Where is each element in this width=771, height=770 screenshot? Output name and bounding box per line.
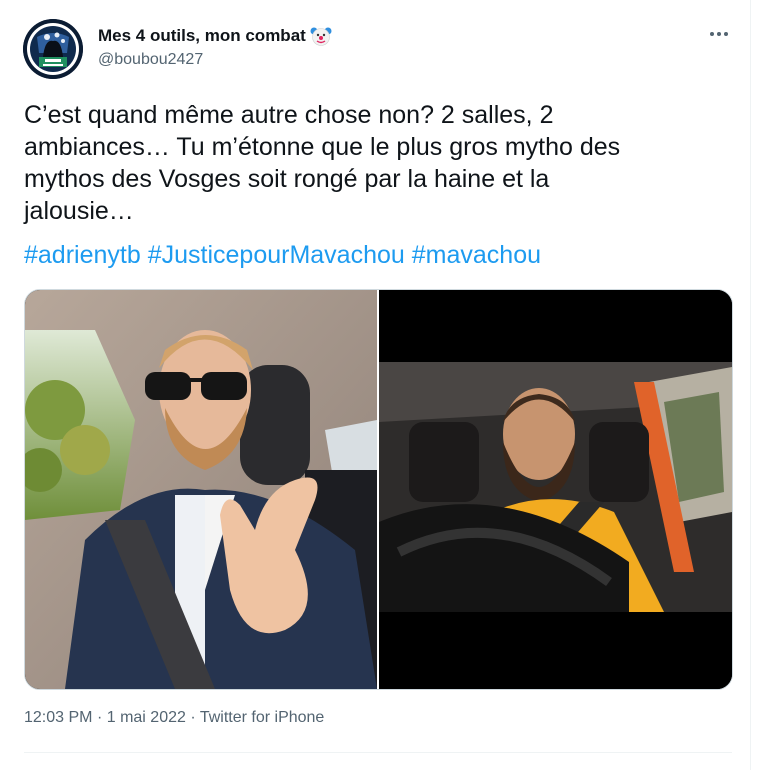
tweet-time-link[interactable]: 12:03 PM	[24, 709, 92, 726]
more-options-button[interactable]	[705, 22, 733, 46]
clown-face-icon	[310, 25, 332, 47]
hashtag-link[interactable]: #adrienytb	[24, 241, 141, 269]
hashtag-link[interactable]: #JusticepourMavachou	[148, 241, 405, 269]
display-name-row: Mes 4 outils, mon combat	[98, 24, 332, 48]
tweet-text-line: jalousie…	[24, 197, 134, 225]
tweet-meta: 12:03 PM · 1 mai 2022 · Twitter for iPho…	[24, 709, 324, 727]
tweet-text-line: C’est quand même autre chose non? 2 sall…	[24, 101, 554, 129]
photo-bearded-man-driving-icon	[379, 290, 732, 689]
user-handle[interactable]: @boubou2427	[98, 51, 332, 69]
meta-separator: ·	[96, 709, 103, 726]
more-dot-icon	[724, 32, 728, 36]
tweet-source-link[interactable]: Twitter for iPhone	[200, 709, 325, 726]
avatar-cat-des-vosges-icon	[23, 19, 83, 79]
column-border	[750, 0, 751, 770]
hashtag-row: #adrienytb #JusticepourMavachou #mavacho…	[24, 239, 541, 271]
photo-man-sunglasses-car-icon	[25, 290, 377, 689]
more-dot-icon	[717, 32, 721, 36]
tweet-text-line: ambiances… Tu m’étonne que le plus gros …	[24, 133, 621, 161]
tweet-text: C’est quand même autre chose non? 2 sall…	[24, 99, 724, 227]
avatar[interactable]	[23, 19, 83, 79]
tweet-photo-1[interactable]	[25, 290, 377, 689]
user-block: Mes 4 outils, mon combat @boubou2427	[98, 24, 332, 69]
tweet-date-link[interactable]: 1 mai 2022	[107, 709, 186, 726]
tweet-text-line: mythos des Vosges soit rongé par la hain…	[24, 165, 550, 193]
media-grid	[24, 289, 733, 690]
more-dot-icon	[710, 32, 714, 36]
display-name[interactable]: Mes 4 outils, mon combat	[98, 26, 306, 46]
hashtag-link[interactable]: #mavachou	[412, 241, 541, 269]
tweet-photo-2[interactable]	[379, 290, 732, 689]
meta-separator: ·	[190, 709, 196, 726]
divider	[24, 752, 732, 753]
